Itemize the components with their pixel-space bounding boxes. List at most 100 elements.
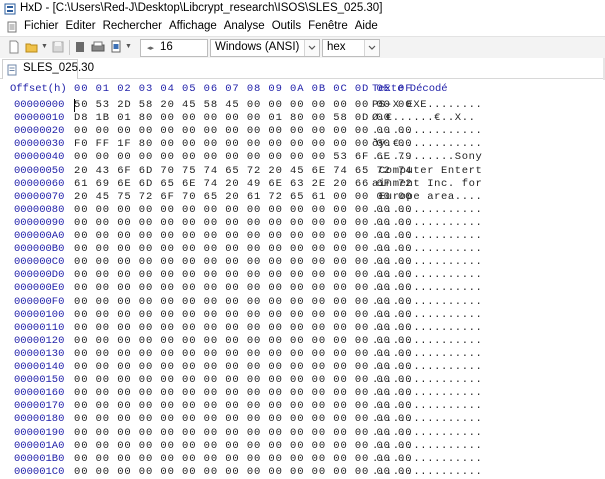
- tab-sles-025-30[interactable]: SLES_025.30: [2, 59, 94, 79]
- row-hex-bytes[interactable]: 50 53 2D 58 20 45 58 45 00 00 00 00 00 0…: [74, 99, 412, 111]
- document-menu-icon[interactable]: [6, 21, 18, 33]
- row-offset: 000000A0: [14, 230, 65, 242]
- row-decoded-text[interactable]: ................: [372, 204, 482, 216]
- row-hex-bytes[interactable]: 00 00 00 00 00 00 00 00 00 00 00 00 00 0…: [74, 309, 412, 321]
- charset-select[interactable]: Windows (ANSI): [210, 39, 320, 57]
- bytes-per-row-value: 16: [160, 41, 173, 53]
- row-decoded-text[interactable]: Europe area....: [372, 191, 482, 203]
- new-file-icon[interactable]: [8, 40, 20, 54]
- row-decoded-text[interactable]: ðÿ.€............: [372, 138, 482, 150]
- row-decoded-text[interactable]: ................: [372, 125, 482, 137]
- row-hex-bytes[interactable]: 00 00 00 00 00 00 00 00 00 00 00 00 00 0…: [74, 453, 412, 465]
- row-hex-bytes[interactable]: 00 00 00 00 00 00 00 00 00 00 00 00 00 0…: [74, 361, 412, 373]
- menu-item-aide[interactable]: Aide: [355, 20, 378, 32]
- row-hex-bytes[interactable]: 00 00 00 00 00 00 00 00 00 00 00 00 00 0…: [74, 440, 412, 452]
- row-hex-bytes[interactable]: 20 43 6F 6D 70 75 74 65 72 20 45 6E 74 6…: [74, 165, 412, 177]
- row-decoded-text[interactable]: ................: [372, 230, 482, 242]
- row-decoded-text[interactable]: ................: [372, 309, 482, 321]
- offset-base-select[interactable]: hex: [322, 39, 380, 57]
- row-decoded-text[interactable]: ................: [372, 282, 482, 294]
- row-decoded-text[interactable]: ............Sony: [372, 151, 482, 163]
- row-decoded-text[interactable]: Ø.€......€..X..: [372, 112, 476, 124]
- row-hex-bytes[interactable]: 00 00 00 00 00 00 00 00 00 00 00 00 00 0…: [74, 217, 412, 229]
- open-folder-icon[interactable]: [25, 40, 39, 54]
- menu-item-affichage[interactable]: Affichage: [169, 20, 217, 32]
- row-hex-bytes[interactable]: 61 69 6E 6D 65 6E 74 20 49 6E 63 2E 20 6…: [74, 178, 412, 190]
- row-decoded-text[interactable]: ................: [372, 322, 482, 334]
- row-decoded-text[interactable]: ................: [372, 256, 482, 268]
- row-decoded-text[interactable]: PS-X EXE........: [372, 99, 482, 111]
- row-offset: 00000130: [14, 347, 65, 360]
- row-hex-bytes[interactable]: 00 00 00 00 00 00 00 00 00 00 00 00 53 6…: [74, 151, 412, 163]
- row-offset: 00000030: [14, 138, 65, 151]
- row-hex-bytes[interactable]: 00 00 00 00 00 00 00 00 00 00 00 00 00 0…: [74, 348, 412, 360]
- row-decoded-text[interactable]: ................: [372, 440, 482, 452]
- open-dropdown-arrow-icon[interactable]: ▼: [41, 43, 48, 57]
- bytes-per-row-spinner[interactable]: ◂▸ 16: [140, 39, 208, 57]
- row-hex-bytes[interactable]: F0 FF 1F 80 00 00 00 00 00 00 00 00 00 0…: [74, 138, 412, 150]
- row-decoded-text[interactable]: ................: [372, 269, 482, 281]
- charset-chevron-down-icon[interactable]: [304, 40, 319, 56]
- row-offset: 00000040: [14, 151, 65, 164]
- row-decoded-text[interactable]: ................: [372, 453, 482, 465]
- file-tab-icon: [7, 64, 17, 76]
- properties-dropdown-arrow-icon[interactable]: ▼: [125, 43, 132, 57]
- row-decoded-text[interactable]: ................: [372, 361, 482, 373]
- row-decoded-text[interactable]: ................: [372, 413, 482, 425]
- row-offset: 00000150: [14, 374, 65, 387]
- row-decoded-text[interactable]: ................: [372, 374, 482, 386]
- row-hex-bytes[interactable]: 00 00 00 00 00 00 00 00 00 00 00 00 00 0…: [74, 256, 412, 268]
- row-hex-bytes[interactable]: 00 00 00 00 00 00 00 00 00 00 00 00 00 0…: [74, 427, 412, 439]
- row-hex-bytes[interactable]: 00 00 00 00 00 00 00 00 00 00 00 00 00 0…: [74, 335, 412, 347]
- row-offset: 00000120: [14, 334, 65, 347]
- menu-items: Fichier Editer Rechercher Affichage Analyse O…: [24, 20, 385, 32]
- row-hex-bytes[interactable]: 00 00 00 00 00 00 00 00 00 00 00 00 00 0…: [74, 282, 412, 294]
- row-hex-bytes[interactable]: 00 00 00 00 00 00 00 00 00 00 00 00 00 0…: [74, 322, 412, 334]
- row-hex-bytes[interactable]: 20 45 75 72 6F 70 65 20 61 72 65 61 00 0…: [74, 191, 412, 203]
- menu-item-analyse[interactable]: Analyse: [224, 20, 265, 32]
- row-hex-bytes[interactable]: 00 00 00 00 00 00 00 00 00 00 00 00 00 0…: [74, 296, 412, 308]
- hxd-app-icon: [4, 3, 16, 15]
- row-decoded-text[interactable]: ................: [372, 243, 482, 255]
- row-offset: 00000080: [14, 203, 65, 216]
- row-offset: 00000000: [14, 99, 65, 111]
- row-hex-bytes[interactable]: D8 1B 01 80 00 00 00 00 00 01 80 00 58 0…: [74, 112, 391, 124]
- charset-value: Windows (ANSI): [215, 41, 300, 53]
- row-decoded-text[interactable]: ainment Inc. for: [372, 178, 482, 190]
- row-offset: 00000050: [14, 164, 65, 177]
- row-offset: 000001A0: [14, 439, 65, 452]
- row-hex-bytes[interactable]: 00 00 00 00 00 00 00 00 00 00 00 00 00 0…: [74, 374, 412, 386]
- row-offset: 00000170: [14, 400, 65, 413]
- menu-item-editer[interactable]: Editer: [66, 20, 96, 32]
- row-hex-bytes[interactable]: 00 00 00 00 00 00 00 00 00 00 00 00 00 0…: [74, 413, 412, 425]
- row-decoded-text[interactable]: ................: [372, 348, 482, 360]
- menu-item-fichier[interactable]: Fichier: [24, 20, 59, 32]
- save-disk-icon[interactable]: [52, 40, 64, 54]
- row-hex-bytes[interactable]: 00 00 00 00 00 00 00 00 00 00 00 00 00 0…: [74, 230, 412, 242]
- row-hex-bytes[interactable]: 00 00 00 00 00 00 00 00 00 00 00 00 00 0…: [74, 204, 412, 216]
- hex-editor-view[interactable]: Offset(h) 00 01 02 03 04 05 06 07 08 09 …: [0, 80, 605, 478]
- menu-item-rechercher[interactable]: Rechercher: [103, 20, 162, 32]
- row-hex-bytes[interactable]: 00 00 00 00 00 00 00 00 00 00 00 00 00 0…: [74, 269, 412, 281]
- save-all-icon[interactable]: [75, 40, 85, 54]
- row-decoded-text[interactable]: ................: [372, 296, 482, 308]
- row-decoded-text[interactable]: ................: [372, 335, 482, 347]
- offset-base-chevron-down-icon[interactable]: [364, 40, 379, 56]
- row-decoded-text[interactable]: ................: [372, 427, 482, 439]
- row-hex-bytes[interactable]: 00 00 00 00 00 00 00 00 00 00 00 00 00 0…: [74, 125, 412, 137]
- menu-item-outils[interactable]: Outils: [272, 20, 301, 32]
- row-decoded-text[interactable]: ................: [372, 217, 482, 229]
- row-hex-bytes[interactable]: 00 00 00 00 00 00 00 00 00 00 00 00 00 0…: [74, 243, 412, 255]
- row-decoded-text[interactable]: ................: [372, 400, 482, 412]
- menu-item-fen-tre[interactable]: Fenêtre: [308, 20, 348, 32]
- row-decoded-text[interactable]: ................: [372, 387, 482, 399]
- print-icon[interactable]: [91, 40, 105, 54]
- row-offset: 00000180: [14, 413, 65, 426]
- file-properties-icon[interactable]: [110, 40, 122, 54]
- row-hex-bytes[interactable]: 00 00 00 00 00 00 00 00 00 00 00 00 00 0…: [74, 400, 412, 412]
- spin-arrows-icon[interactable]: ◂▸: [147, 44, 154, 52]
- row-decoded-text[interactable]: ................: [372, 466, 482, 478]
- row-hex-bytes[interactable]: 00 00 00 00 00 00 00 00 00 00 00 00 00 0…: [74, 466, 412, 478]
- row-hex-bytes[interactable]: 00 00 00 00 00 00 00 00 00 00 00 00 00 0…: [74, 387, 412, 399]
- row-decoded-text[interactable]: Computer Entert: [372, 165, 482, 177]
